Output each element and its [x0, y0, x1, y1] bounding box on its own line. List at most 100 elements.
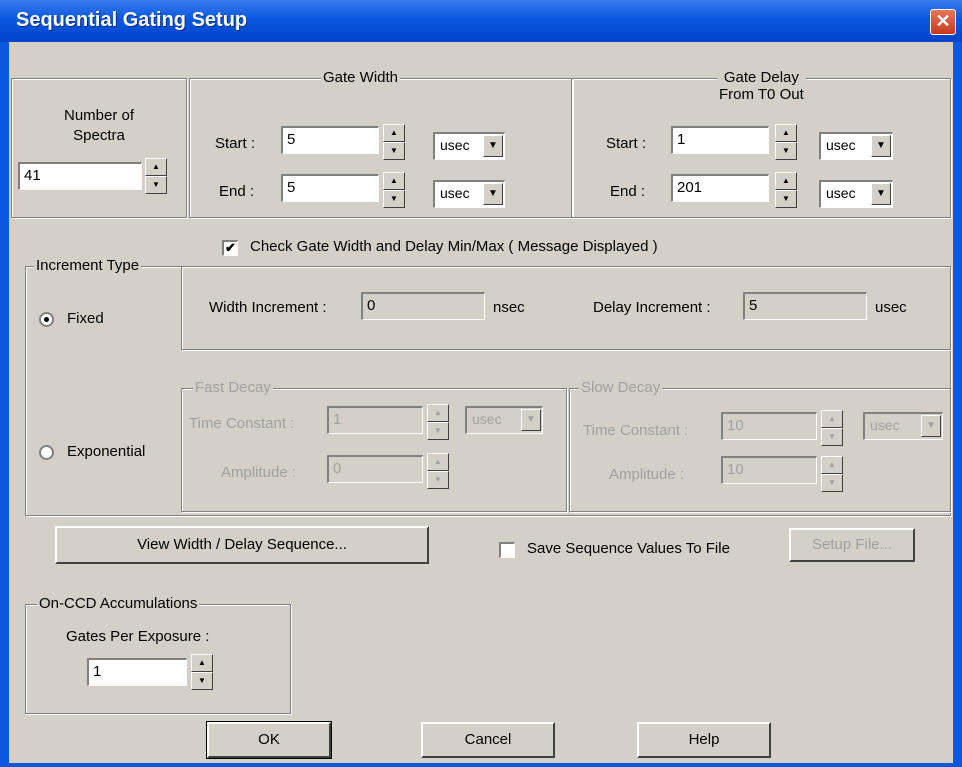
spin-up-icon[interactable]: ▲	[427, 453, 449, 471]
gate-delay-end-unit-select[interactable]: usec ▼	[819, 180, 893, 208]
increment-type-title: Increment Type	[34, 257, 142, 274]
selected-value: usec	[826, 137, 856, 153]
slow-time-unit-select[interactable]: usec ▼	[863, 412, 943, 440]
window-frame-right	[953, 42, 962, 767]
gate-width-title: Gate Width	[321, 69, 401, 86]
gate-width-start-unit-select[interactable]: usec ▼	[433, 132, 505, 160]
dropdown-arrow-icon[interactable]: ▼	[521, 409, 541, 431]
gates-per-exposure-input[interactable]: 1	[87, 658, 187, 686]
check-minmax-checkbox[interactable]: ✔	[222, 240, 238, 256]
spin-up-icon[interactable]: ▲	[775, 124, 797, 142]
spin-up-icon[interactable]: ▲	[427, 404, 449, 422]
spin-down-icon[interactable]: ▼	[427, 422, 449, 440]
gate-width-end-label: End :	[219, 183, 255, 200]
slow-amplitude-input[interactable]: 10	[721, 456, 817, 484]
width-increment-input[interactable]: 0	[361, 292, 485, 320]
spin-down-icon[interactable]: ▼	[145, 176, 167, 194]
slow-time-constant-spinner[interactable]: ▲ ▼	[821, 410, 843, 446]
spin-up-icon[interactable]: ▲	[145, 158, 167, 176]
delay-increment-label: Delay Increment :	[593, 299, 711, 316]
fast-amplitude-input[interactable]: 0	[327, 455, 423, 483]
title-bar: Sequential Gating Setup ✕	[0, 0, 962, 42]
spin-down-icon[interactable]: ▼	[383, 142, 405, 160]
dropdown-arrow-icon[interactable]: ▼	[871, 135, 891, 157]
setup-file-button[interactable]: Setup File...	[789, 528, 915, 562]
help-button[interactable]: Help	[637, 722, 771, 758]
cancel-button[interactable]: Cancel	[421, 722, 555, 758]
view-sequence-button[interactable]: View Width / Delay Sequence...	[55, 526, 429, 564]
spectra-spinner[interactable]: ▲ ▼	[145, 158, 167, 194]
radio-selected-dot	[44, 317, 49, 322]
close-icon[interactable]: ✕	[930, 9, 956, 35]
width-increment-label: Width Increment :	[209, 299, 327, 316]
gate-delay-end-spinner[interactable]: ▲ ▼	[775, 172, 797, 208]
selected-value: usec	[440, 185, 470, 201]
gates-per-exposure-spinner[interactable]: ▲ ▼	[191, 654, 213, 690]
selected-value: usec	[472, 411, 502, 427]
spin-down-icon[interactable]: ▼	[191, 672, 213, 690]
save-sequence-checkbox[interactable]	[499, 542, 515, 558]
spin-up-icon[interactable]: ▲	[383, 172, 405, 190]
selected-value: usec	[826, 185, 856, 201]
save-sequence-label: Save Sequence Values To File	[527, 540, 730, 557]
fast-time-constant-spinner[interactable]: ▲ ▼	[427, 404, 449, 440]
spectra-label: Number of Spectra	[63, 107, 135, 144]
slow-amplitude-label: Amplitude :	[609, 466, 685, 483]
check-minmax-label: Check Gate Width and Delay Min/Max ( Mes…	[250, 238, 658, 255]
gate-width-start-label: Start :	[215, 135, 256, 152]
accumulations-title: On-CCD Accumulations	[37, 595, 200, 612]
dropdown-arrow-icon[interactable]: ▼	[871, 183, 891, 205]
window-title: Sequential Gating Setup	[16, 9, 248, 31]
spin-down-icon[interactable]: ▼	[383, 190, 405, 208]
delay-increment-unit: usec	[875, 299, 907, 316]
fast-time-constant-label: Time Constant :	[189, 415, 295, 432]
spectra-input[interactable]: 41	[18, 162, 142, 190]
spin-up-icon[interactable]: ▲	[383, 124, 405, 142]
exponential-radio[interactable]	[39, 445, 54, 460]
spectra-panel	[11, 78, 187, 218]
fast-amplitude-spinner[interactable]: ▲ ▼	[427, 453, 449, 489]
spin-up-icon[interactable]: ▲	[821, 456, 843, 474]
fast-time-unit-select[interactable]: usec ▼	[465, 406, 543, 434]
gate-delay-start-unit-select[interactable]: usec ▼	[819, 132, 893, 160]
fast-decay-title: Fast Decay	[193, 379, 273, 396]
slow-time-constant-input[interactable]: 10	[721, 412, 817, 440]
dialog-client-area: Number of Spectra 41 ▲ ▼ Gate Width Star…	[9, 42, 953, 763]
ok-button[interactable]: OK	[206, 721, 332, 759]
spin-down-icon[interactable]: ▼	[821, 474, 843, 492]
slow-amplitude-spinner[interactable]: ▲ ▼	[821, 456, 843, 492]
dropdown-arrow-icon[interactable]: ▼	[483, 135, 503, 157]
fixed-radio[interactable]	[39, 312, 54, 327]
width-increment-unit: nsec	[493, 299, 525, 316]
gates-per-exposure-label: Gates Per Exposure :	[66, 628, 210, 645]
gate-width-end-spinner[interactable]: ▲ ▼	[383, 172, 405, 208]
spin-down-icon[interactable]: ▼	[775, 190, 797, 208]
selected-value: usec	[870, 417, 900, 433]
selected-value: usec	[440, 137, 470, 153]
gate-delay-start-spinner[interactable]: ▲ ▼	[775, 124, 797, 160]
fixed-label: Fixed	[67, 310, 104, 327]
slow-decay-group	[569, 388, 951, 512]
fast-amplitude-label: Amplitude :	[221, 464, 297, 481]
spin-down-icon[interactable]: ▼	[821, 428, 843, 446]
spin-down-icon[interactable]: ▼	[427, 471, 449, 489]
gate-delay-title: Gate Delay From T0 Out	[717, 69, 806, 103]
gate-width-end-unit-select[interactable]: usec ▼	[433, 180, 505, 208]
gate-width-start-input[interactable]: 5	[281, 126, 379, 154]
slow-time-constant-label: Time Constant :	[583, 422, 689, 439]
gate-delay-start-label: Start :	[606, 135, 647, 152]
gate-width-start-spinner[interactable]: ▲ ▼	[383, 124, 405, 160]
gate-delay-start-input[interactable]: 1	[671, 126, 769, 154]
dropdown-arrow-icon[interactable]: ▼	[483, 183, 503, 205]
fast-time-constant-input[interactable]: 1	[327, 406, 423, 434]
gate-delay-end-input[interactable]: 201	[671, 174, 769, 202]
gate-width-end-input[interactable]: 5	[281, 174, 379, 202]
slow-decay-title: Slow Decay	[579, 379, 663, 396]
spin-down-icon[interactable]: ▼	[775, 142, 797, 160]
spin-up-icon[interactable]: ▲	[191, 654, 213, 672]
delay-increment-input[interactable]: 5	[743, 292, 867, 320]
dropdown-arrow-icon[interactable]: ▼	[921, 415, 941, 437]
spin-up-icon[interactable]: ▲	[775, 172, 797, 190]
spin-up-icon[interactable]: ▲	[821, 410, 843, 428]
window-frame-left	[0, 42, 9, 767]
